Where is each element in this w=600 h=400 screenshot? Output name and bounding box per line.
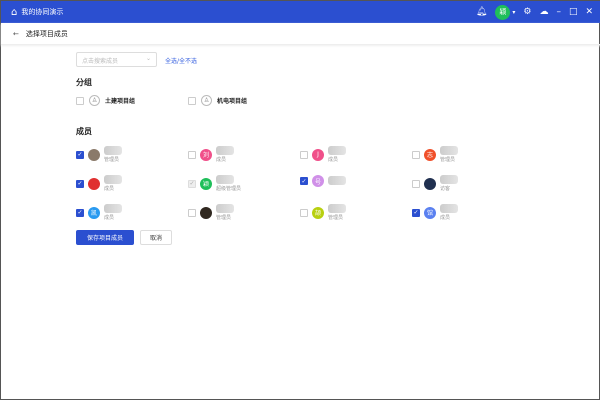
checkbox[interactable] — [300, 208, 308, 217]
select-all-link[interactable]: 全选/全不选 — [165, 56, 197, 65]
checkbox[interactable]: ✓ — [188, 179, 196, 188]
member-role: 成员 — [216, 157, 227, 163]
app-title: 我的协同演示 — [21, 8, 64, 16]
member-name-blurred — [216, 204, 234, 213]
member-role: 成员 — [440, 215, 451, 221]
member-name-blurred — [440, 175, 458, 184]
member-item[interactable]: 刘 成员 — [188, 146, 298, 163]
member-name-blurred — [216, 146, 234, 155]
member-role: 成员 — [104, 215, 115, 221]
checkbox[interactable] — [188, 208, 196, 217]
maximize-icon[interactable]: □ — [569, 7, 578, 17]
member-avatar: 志 — [424, 148, 436, 161]
group-item[interactable]: ♙ 土建项目组 — [76, 95, 135, 106]
checkbox[interactable] — [188, 150, 196, 159]
member-item[interactable]: ✓ 凯 成员 — [76, 204, 186, 221]
member-item[interactable]: ✓ 馆 成员 — [412, 204, 522, 221]
member-avatar: 馆 — [424, 206, 436, 219]
group-item[interactable]: ♙ 机电项目组 — [188, 95, 247, 106]
member-avatar — [200, 206, 212, 219]
member-name-blurred — [104, 204, 122, 213]
checkbox[interactable] — [188, 96, 196, 105]
member-avatar — [88, 177, 100, 190]
checkbox[interactable]: ✓ — [76, 179, 84, 188]
member-item[interactable]: 访客 — [412, 175, 522, 192]
member-role: 访客 — [440, 186, 451, 192]
chevron-down-icon: ⌄ — [145, 55, 151, 62]
member-avatar: 凯 — [88, 206, 100, 219]
member-role: 管理员 — [328, 215, 344, 221]
member-avatar: 号 — [312, 175, 324, 187]
checkbox[interactable]: ✓ — [76, 150, 84, 159]
group-label: 土建项目组 — [105, 98, 136, 105]
member-avatar: 颖 — [200, 177, 212, 190]
member-avatar — [424, 177, 436, 190]
home-icon[interactable]: ⌂ — [11, 7, 17, 18]
caret-down-icon[interactable]: ▾ — [512, 9, 515, 16]
close-icon[interactable]: ✕ — [585, 7, 593, 17]
member-role: 管理员 — [216, 215, 232, 221]
member-name-blurred — [104, 175, 122, 184]
search-placeholder: 点击搜索成员 — [82, 58, 119, 65]
member-avatar: 颉 — [312, 206, 324, 219]
checkbox[interactable]: ✓ — [300, 177, 308, 185]
member-item[interactable]: 志 管理员 — [412, 146, 522, 163]
member-item[interactable]: ✓ 颖 超级管理员 — [188, 175, 298, 192]
member-name-blurred — [440, 204, 458, 213]
back-arrow-icon[interactable]: ← — [13, 30, 19, 38]
member-name-blurred — [104, 146, 122, 155]
subheader: ← 选择项目成员 — [1, 23, 600, 45]
member-avatar: J — [312, 148, 324, 161]
page-title: 选择项目成员 — [25, 29, 68, 38]
member-item[interactable]: ✓ 号 — [300, 175, 410, 187]
checkbox[interactable] — [412, 150, 420, 159]
checkbox[interactable]: ✓ — [76, 208, 84, 217]
title-bar: ⌂ 我的协同演示 🔔︎ 颖 ▾ ⚙ ☁ – □ ✕ — [1, 1, 600, 23]
cancel-button[interactable]: 取消 — [140, 230, 172, 245]
group-icon: ♙ — [89, 95, 100, 106]
member-item[interactable]: 管理员 — [188, 204, 298, 221]
checkbox[interactable] — [76, 96, 84, 105]
member-name-blurred — [216, 175, 234, 184]
member-role: 成员 — [328, 157, 339, 163]
member-item[interactable]: J 成员 — [300, 146, 410, 163]
minimize-icon[interactable]: – — [556, 7, 561, 17]
gear-icon[interactable]: ⚙ — [523, 7, 531, 17]
members-heading: 成员 — [76, 127, 92, 136]
member-name-blurred — [328, 204, 346, 213]
member-item[interactable]: ✓ 管理员 — [76, 146, 186, 163]
checkbox[interactable] — [300, 150, 308, 159]
member-role: 成员 — [104, 186, 115, 192]
member-avatar — [88, 148, 100, 161]
member-role: 管理员 — [104, 157, 120, 163]
cloud-upload-icon[interactable]: ☁ — [539, 7, 548, 17]
bell-icon[interactable]: 🔔︎ — [476, 7, 487, 17]
member-avatar: 刘 — [200, 148, 212, 161]
group-label: 机电项目组 — [217, 98, 248, 105]
member-name-blurred — [328, 146, 346, 155]
member-search-select[interactable]: 点击搜索成员 ⌄ — [76, 52, 157, 67]
member-role: 管理员 — [440, 157, 456, 163]
checkbox[interactable] — [412, 179, 420, 188]
groups-heading: 分组 — [76, 78, 92, 87]
user-avatar[interactable]: 颖 — [495, 4, 511, 20]
member-item[interactable]: 颉 管理员 — [300, 204, 410, 221]
member-role: 超级管理员 — [216, 186, 242, 192]
group-icon: ♙ — [201, 95, 212, 106]
member-name-blurred — [440, 146, 458, 155]
checkbox[interactable]: ✓ — [412, 208, 420, 217]
save-members-button[interactable]: 保存项目成员 — [76, 230, 134, 245]
member-name-blurred — [328, 176, 346, 185]
member-item[interactable]: ✓ 成员 — [76, 175, 186, 192]
